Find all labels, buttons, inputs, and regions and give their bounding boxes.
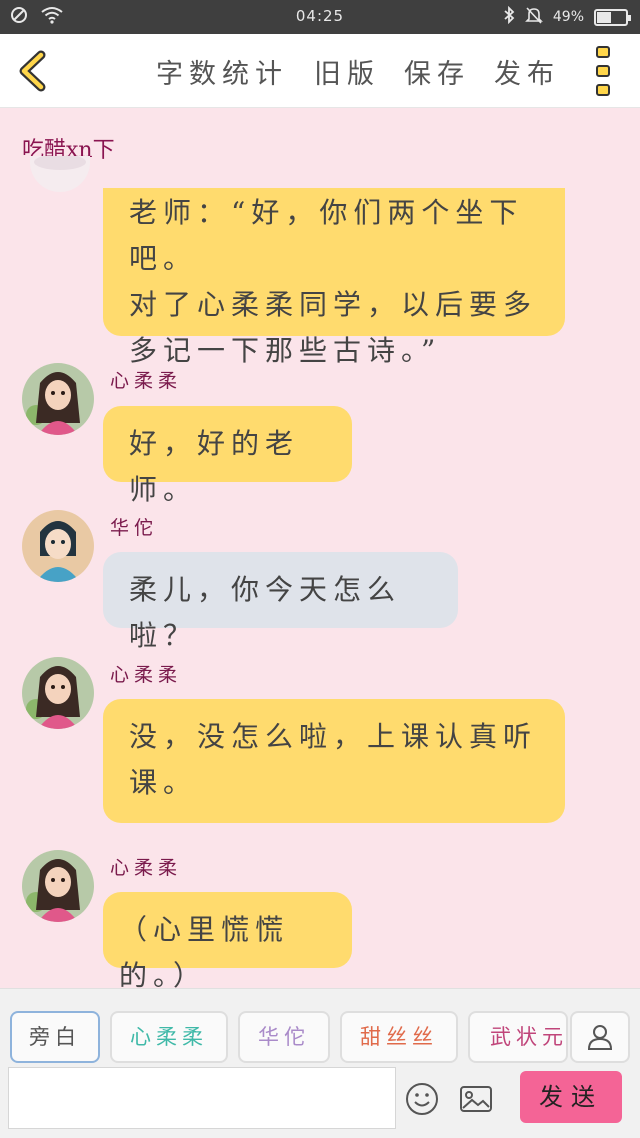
image-icon bbox=[460, 1086, 492, 1112]
chat-area[interactable]: 吃醋xn下 老师：“好，你们两个坐下吧。 对了心柔柔同学，以后要多 多记一下那些… bbox=[0, 108, 640, 988]
role-tiansisi[interactable]: 甜丝丝 bbox=[340, 1011, 458, 1063]
role-xinrourou[interactable]: 心柔柔 bbox=[110, 1011, 228, 1063]
status-bar: 04:25 49% bbox=[0, 0, 640, 34]
message-bubble[interactable]: （心里慌慌的。） bbox=[103, 892, 352, 988]
battery-fill bbox=[597, 11, 611, 23]
avatar[interactable] bbox=[22, 363, 94, 435]
message-line: 柔儿，你今天怎么啦？ bbox=[129, 573, 402, 652]
message-bubble[interactable]: 好，好的老师。 bbox=[103, 406, 352, 506]
back-button[interactable] bbox=[14, 50, 54, 92]
silent-bell-icon bbox=[524, 6, 543, 28]
battery-percent: 49% bbox=[552, 9, 584, 25]
role-wuzhuangyuan[interactable]: 武状元 bbox=[468, 1011, 568, 1063]
emoji-button[interactable] bbox=[404, 1081, 440, 1117]
speaker-name: 心柔柔 bbox=[110, 857, 183, 879]
editor-toolbar: 字数统计 旧版 保存 发布 bbox=[0, 34, 640, 108]
speaker-name: 心柔柔 bbox=[110, 370, 183, 392]
speaker-name: 心柔柔 bbox=[110, 664, 183, 686]
avatar[interactable] bbox=[30, 156, 90, 192]
message-line: 老师：“好，你们两个坐下吧。 bbox=[129, 196, 524, 275]
message-line: 对了心柔柔同学，以后要多 bbox=[129, 288, 538, 321]
role-settings-button[interactable] bbox=[570, 1011, 630, 1063]
message-line: 没，没怎么啦，上课认真听 bbox=[129, 720, 538, 753]
person-icon bbox=[587, 1025, 613, 1050]
message-bubble[interactable]: 柔儿，你今天怎么啦？ bbox=[103, 552, 458, 652]
save-button[interactable]: 保存 bbox=[404, 52, 470, 91]
battery-icon bbox=[594, 8, 631, 26]
old-version-button[interactable]: 旧版 bbox=[314, 52, 380, 91]
message-line: 多记一下那些古诗。” bbox=[129, 334, 442, 367]
menu-dot bbox=[596, 65, 610, 77]
message-line: 好，好的老师。 bbox=[129, 427, 300, 506]
message-line: 课。 bbox=[129, 766, 198, 799]
input-bar: 旁白 心柔柔 华佗 甜丝丝 武状元 发送 bbox=[0, 988, 640, 1138]
smiley-icon bbox=[406, 1083, 438, 1115]
menu-dot bbox=[596, 84, 610, 96]
role-narrator[interactable]: 旁白 bbox=[10, 1011, 100, 1063]
menu-dot bbox=[596, 46, 610, 58]
word-count-button[interactable]: 字数统计 bbox=[156, 52, 288, 91]
avatar[interactable] bbox=[22, 850, 94, 922]
message-line: （心里慌慌的。） bbox=[119, 913, 290, 988]
avatar[interactable] bbox=[22, 510, 94, 582]
message-bubble[interactable]: 没，没怎么啦，上课认真听 课。 bbox=[103, 699, 565, 823]
publish-button[interactable]: 发布 bbox=[494, 52, 560, 91]
image-button[interactable] bbox=[458, 1081, 494, 1117]
send-button[interactable]: 发送 bbox=[520, 1071, 622, 1123]
message-input[interactable] bbox=[8, 1067, 396, 1129]
role-huatuo[interactable]: 华佗 bbox=[238, 1011, 330, 1063]
speaker-name: 华佗 bbox=[110, 517, 159, 539]
more-vertical-icon[interactable] bbox=[596, 46, 614, 96]
message-bubble[interactable]: 老师：“好，你们两个坐下吧。 对了心柔柔同学，以后要多 多记一下那些古诗。” bbox=[103, 188, 565, 367]
chevron-left-icon bbox=[19, 50, 46, 92]
bluetooth-icon bbox=[503, 5, 515, 28]
avatar[interactable] bbox=[22, 657, 94, 729]
